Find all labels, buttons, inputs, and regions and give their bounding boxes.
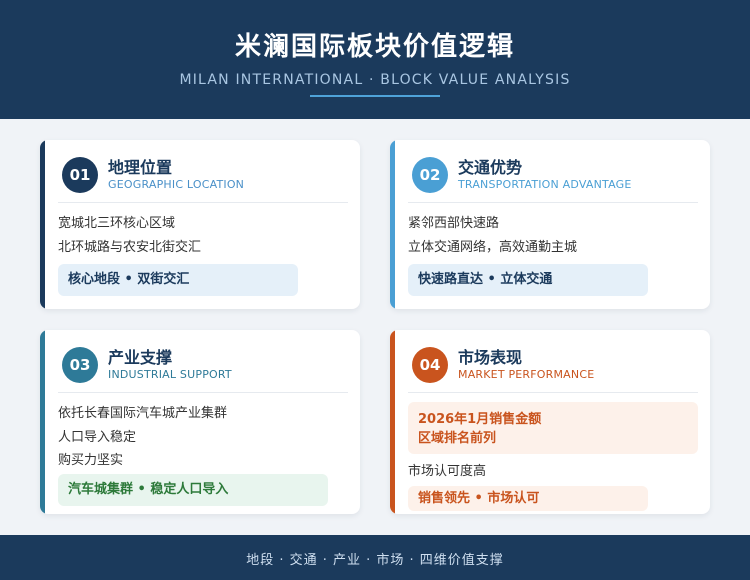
card-tag: 快速路直达 • 立体交通 bbox=[408, 264, 648, 296]
card-subtitle: MARKET PERFORMANCE bbox=[458, 368, 595, 381]
highlight-text: 区域排名前列 bbox=[418, 431, 497, 446]
card-highlight-box: 2026年1月销售金额 区域排名前列 bbox=[408, 402, 698, 454]
card-number-badge: 01 bbox=[62, 157, 98, 193]
title-underline bbox=[310, 95, 440, 97]
card-industrial-support: 03 产业支撑 INDUSTRIAL SUPPORT 依托长春国际汽车城产业集群… bbox=[40, 330, 360, 514]
card-text-line: 立体交通网络，高效通勤主城 bbox=[408, 240, 578, 255]
card-accent-bar bbox=[390, 140, 395, 309]
card-tag: 汽车城集群 • 稳定人口导入 bbox=[58, 474, 328, 506]
highlight-text: 2026年1月销售金额 bbox=[418, 412, 542, 427]
card-title: 产业支撑 bbox=[108, 348, 173, 367]
card-divider bbox=[58, 202, 348, 203]
card-text-line: 市场认可度高 bbox=[408, 464, 487, 479]
card-divider bbox=[58, 392, 348, 393]
card-accent-bar bbox=[40, 140, 45, 309]
card-subtitle: GEOGRAPHIC LOCATION bbox=[108, 178, 245, 191]
card-text-line: 宽城北三环核心区域 bbox=[58, 216, 176, 231]
card-text-line: 人口导入稳定 bbox=[58, 430, 137, 445]
card-text-line: 紧邻西部快速路 bbox=[408, 216, 500, 231]
card-title: 交通优势 bbox=[458, 158, 523, 177]
card-text-line: 北环城路与农安北街交汇 bbox=[58, 240, 202, 255]
card-text-line: 依托长春国际汽车城产业集群 bbox=[58, 406, 228, 421]
card-subtitle: INDUSTRIAL SUPPORT bbox=[108, 368, 232, 381]
card-divider bbox=[408, 202, 698, 203]
card-number-badge: 03 bbox=[62, 347, 98, 383]
card-title: 市场表现 bbox=[458, 348, 523, 367]
card-text-line: 购买力坚实 bbox=[58, 453, 124, 468]
header-banner: 米澜国际板块价值逻辑 MILAN INTERNATIONAL · BLOCK V… bbox=[0, 0, 750, 119]
card-geographic-location: 01 地理位置 GEOGRAPHIC LOCATION 宽城北三环核心区域 北环… bbox=[40, 140, 360, 309]
card-number-badge: 04 bbox=[412, 347, 448, 383]
card-transportation-advantage: 02 交通优势 TRANSPORTATION ADVANTAGE 紧邻西部快速路… bbox=[390, 140, 710, 309]
card-market-performance: 04 市场表现 MARKET PERFORMANCE 2026年1月销售金额 区… bbox=[390, 330, 710, 514]
footer-text: 地段 · 交通 · 产业 · 市场 · 四维价值支撑 bbox=[246, 553, 504, 568]
card-subtitle: TRANSPORTATION ADVANTAGE bbox=[458, 178, 632, 191]
page-subtitle: MILAN INTERNATIONAL · BLOCK VALUE ANALYS… bbox=[179, 72, 571, 88]
card-number-badge: 02 bbox=[412, 157, 448, 193]
page-title: 米澜国际板块价值逻辑 bbox=[234, 32, 515, 62]
card-tag: 核心地段 • 双街交汇 bbox=[58, 264, 298, 296]
card-accent-bar bbox=[390, 330, 395, 514]
card-title: 地理位置 bbox=[108, 158, 173, 177]
card-tag: 销售领先 • 市场认可 bbox=[408, 486, 648, 511]
footer-banner: 地段 · 交通 · 产业 · 市场 · 四维价值支撑 bbox=[0, 535, 750, 580]
card-divider bbox=[408, 392, 698, 393]
card-accent-bar bbox=[40, 330, 45, 514]
